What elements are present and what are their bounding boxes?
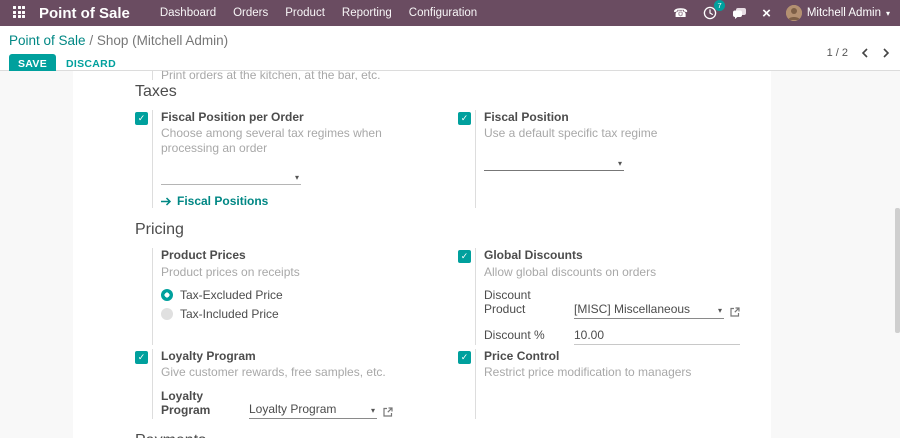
pos-settings-page: Point of Sale Dashboard Orders Product R… [0, 0, 900, 438]
radio-off-icon [161, 308, 173, 320]
discount-product-label: Discount Product [484, 288, 574, 319]
setting-price-control: ✓ Price Control Restrict price modificat… [458, 349, 771, 420]
chevron-down-icon: ▾ [371, 407, 375, 415]
loyalty-program-select[interactable]: Loyalty Program ▾ [249, 402, 377, 419]
user-name: Mitchell Admin [807, 7, 881, 19]
setting-title: Price Control [484, 349, 771, 363]
fiscal-position-select[interactable]: ▾ [484, 153, 624, 171]
radio-tax-excluded[interactable]: Tax-Excluded Price [161, 288, 435, 302]
fiscal-positions-link[interactable]: Fiscal Positions [161, 194, 435, 208]
menu-configuration[interactable]: Configuration [409, 7, 477, 19]
section-title-taxes: Taxes [135, 83, 755, 101]
app-title[interactable]: Point of Sale [39, 5, 130, 22]
arrow-right-icon [161, 197, 172, 206]
avatar [786, 5, 802, 21]
checkbox[interactable]: ✓ [458, 351, 471, 364]
menu-reporting[interactable]: Reporting [342, 7, 392, 19]
discount-pct-label: Discount % [484, 328, 574, 344]
chevron-down-icon: ▾ [618, 160, 622, 168]
activity-count-badge: 7 [714, 0, 725, 11]
pager: 1 / 2 [827, 47, 890, 59]
setting-global-discounts: ✓ Global Discounts Allow global discount… [458, 248, 771, 345]
main-menu: Dashboard Orders Product Reporting Confi… [160, 7, 477, 19]
menu-orders[interactable]: Orders [233, 7, 268, 19]
check-icon: ✓ [461, 114, 469, 123]
scrollbar[interactable] [895, 71, 900, 438]
chevron-left-icon[interactable] [861, 48, 869, 58]
setting-title: Fiscal Position per Order [161, 110, 435, 124]
breadcrumb-app-link[interactable]: Point of Sale [9, 33, 86, 48]
discount-pct-input[interactable]: 10.00 [574, 328, 740, 345]
setting-help: Use a default specific tax regime [484, 126, 771, 140]
setting-fiscal-position: ✓ Fiscal Position Use a default specific… [458, 110, 771, 208]
top-navbar: Point of Sale Dashboard Orders Product R… [0, 0, 900, 26]
setting-help: Print orders at the kitchen, at the bar,… [161, 71, 755, 80]
setting-title: Loyalty Program [161, 349, 435, 363]
external-link-icon[interactable] [730, 307, 740, 317]
pager-value: 1 / 2 [827, 47, 848, 59]
setting-help: Restrict price modification to managers [484, 365, 771, 379]
phone-icon[interactable]: ☎ [673, 7, 688, 19]
chevron-right-icon[interactable] [882, 48, 890, 58]
user-menu[interactable]: Mitchell Admin ▾ [786, 5, 890, 21]
discount-product-select[interactable]: [MISC] Miscellaneous ▾ [574, 302, 724, 319]
setting-title: Product Prices [161, 248, 435, 262]
check-icon: ✓ [138, 353, 146, 362]
control-panel: Point of Sale / Shop (Mitchell Admin) SA… [0, 26, 900, 71]
apps-grid-icon[interactable] [13, 6, 27, 20]
section-title-payments: Payments [135, 432, 755, 438]
chevron-down-icon: ▾ [295, 174, 299, 182]
breadcrumb-page: Shop (Mitchell Admin) [97, 33, 228, 48]
loyalty-field-label: Loyalty Program [161, 389, 249, 420]
setting-partial-top: Print orders at the kitchen, at the bar,… [135, 71, 755, 80]
setting-loyalty-program: ✓ Loyalty Program Give customer rewards,… [135, 349, 435, 420]
section-title-pricing: Pricing [135, 221, 755, 239]
setting-help: Choose among several tax regimes when pr… [161, 126, 435, 155]
check-icon: ✓ [461, 353, 469, 362]
scrollbar-thumb[interactable] [895, 208, 900, 333]
breadcrumb: Point of Sale / Shop (Mitchell Admin) [9, 33, 890, 48]
external-link-icon[interactable] [383, 407, 393, 417]
radio-tax-included[interactable]: Tax-Included Price [161, 307, 435, 321]
settings-sheet: Print orders at the kitchen, at the bar,… [73, 71, 771, 438]
chevron-down-icon: ▾ [886, 9, 890, 18]
chevron-down-icon: ▾ [718, 307, 722, 315]
setting-help: Allow global discounts on orders [484, 265, 771, 279]
checkbox[interactable]: ✓ [458, 250, 471, 263]
settings-body: Print orders at the kitchen, at the bar,… [0, 71, 900, 438]
check-icon: ✓ [138, 114, 146, 123]
checkbox[interactable]: ✓ [135, 112, 148, 125]
fiscal-position-per-order-select[interactable]: ▾ [161, 167, 301, 185]
setting-product-prices: Product Prices Product prices on receipt… [135, 248, 435, 345]
messages-icon[interactable] [732, 7, 747, 20]
checkbox[interactable]: ✓ [135, 351, 148, 364]
setting-help: Product prices on receipts [161, 265, 435, 279]
check-icon: ✓ [461, 252, 469, 261]
setting-title: Fiscal Position [484, 110, 771, 124]
menu-dashboard[interactable]: Dashboard [160, 7, 216, 19]
activity-clock-icon[interactable]: 7 [703, 6, 717, 20]
setting-fiscal-position-per-order: ✓ Fiscal Position per Order Choose among… [135, 110, 435, 208]
menu-product[interactable]: Product [285, 7, 325, 19]
discard-button[interactable]: DISCARD [60, 57, 122, 71]
setting-help: Give customer rewards, free samples, etc… [161, 365, 435, 379]
topbar-right: ☎ 7 × [673, 5, 890, 21]
radio-on-icon [161, 289, 173, 301]
setting-title: Global Discounts [484, 248, 771, 262]
checkbox[interactable]: ✓ [458, 112, 471, 125]
close-icon[interactable]: × [762, 6, 771, 21]
